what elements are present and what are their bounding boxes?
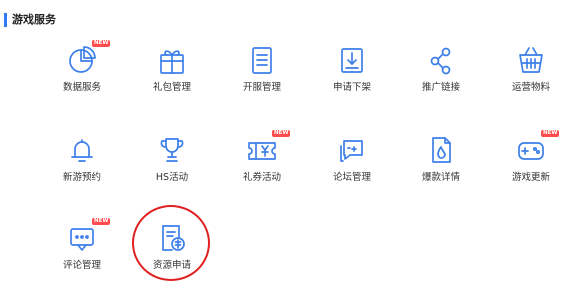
tile-resource-apply[interactable]: 资源申请 (127, 218, 217, 298)
new-badge: NEW (541, 130, 560, 137)
coupon-icon (248, 142, 276, 160)
document-icon (252, 47, 272, 74)
tile-label: 运营物料 (511, 82, 550, 93)
new-badge: NEW (92, 218, 111, 225)
bell-icon (71, 139, 93, 162)
tile-label: 论坛管理 (332, 172, 371, 183)
tile-label: 数据服务 (62, 82, 101, 93)
tile-label: 游戏更新 (511, 172, 550, 183)
gift-icon (160, 50, 184, 74)
download-box-icon (341, 48, 363, 73)
tile-data-service[interactable]: NEW 数据服务 (37, 40, 127, 120)
tile-ops-materials[interactable]: 运营物料 (486, 40, 576, 120)
tile-gift-management[interactable]: 礼包管理 (127, 40, 217, 120)
new-badge: NEW (272, 130, 291, 137)
tile-promo-link[interactable]: 推广链接 (396, 40, 486, 120)
basket-icon (519, 47, 543, 73)
tile-coupon-activity[interactable]: NEW 礼券活动 (217, 130, 307, 210)
tile-forum-management[interactable]: 论坛管理 (307, 130, 397, 210)
tile-label: 申请下架 (332, 82, 371, 93)
pie-chart-icon (69, 46, 96, 73)
tile-label: 礼包管理 (152, 82, 191, 93)
tile-server-management[interactable]: 开服管理 (217, 40, 307, 120)
chat-bubbles-icon (340, 140, 363, 162)
tile-label: 爆款详情 (421, 172, 460, 183)
tile-label: 新游预约 (62, 172, 101, 183)
gamepad-icon (518, 142, 544, 160)
tile-apply-removal[interactable]: 申请下架 (307, 40, 397, 120)
section-title: 游戏服务 (4, 13, 56, 27)
tile-label: 评论管理 (62, 260, 101, 271)
trophy-icon (160, 138, 184, 162)
tile-comment-management[interactable]: NEW 评论管理 (37, 218, 127, 298)
tile-new-game-booking[interactable]: 新游预约 (37, 130, 127, 210)
tile-game-update[interactable]: NEW 游戏更新 (486, 130, 576, 210)
tile-label: 推广链接 (421, 82, 460, 93)
new-badge: NEW (92, 40, 111, 47)
tile-label: 开服管理 (242, 82, 281, 93)
tile-hot-details[interactable]: 爆款详情 (396, 130, 486, 210)
tile-hs-activity[interactable]: HS活动 (127, 130, 217, 210)
hot-document-icon (432, 137, 451, 163)
share-icon (430, 47, 451, 75)
tile-label: HS活动 (155, 172, 189, 183)
tile-label: 资源申请 (152, 260, 191, 271)
resource-apply-icon (162, 225, 185, 251)
tile-label: 礼券活动 (242, 172, 281, 183)
comment-icon (70, 228, 94, 251)
